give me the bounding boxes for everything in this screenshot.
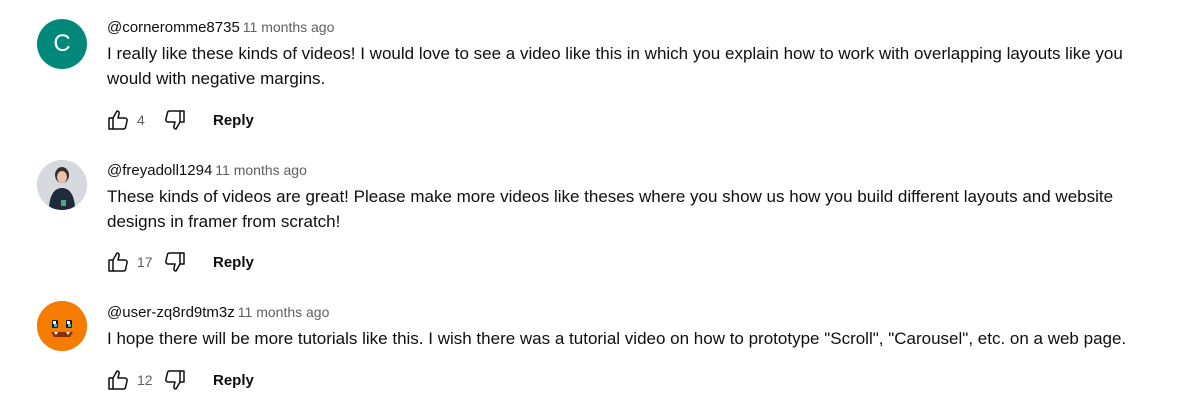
charmander-avatar-icon — [37, 301, 87, 351]
thumbs-up-icon[interactable] — [104, 366, 132, 394]
like-count: 4 — [137, 112, 145, 128]
like-count: 12 — [137, 372, 153, 388]
reply-button[interactable]: Reply — [213, 112, 254, 129]
comment-time[interactable]: 11 months ago — [238, 304, 330, 320]
comment-body: @user-zq8rd9tm3z 11 months ago I hope the… — [107, 302, 1167, 351]
avatar[interactable] — [37, 160, 87, 210]
thumbs-down-icon[interactable] — [161, 248, 189, 276]
avatar[interactable]: C — [37, 19, 87, 69]
thumbs-up-icon[interactable] — [104, 248, 132, 276]
comment-author[interactable]: @user-zq8rd9tm3z — [107, 304, 235, 321]
thumbs-down-icon[interactable] — [161, 366, 189, 394]
comment-header: @corneromme8735 11 months ago — [107, 17, 1167, 37]
comment-header: @user-zq8rd9tm3z 11 months ago — [107, 302, 1167, 322]
avatar[interactable] — [37, 301, 87, 351]
comment-time[interactable]: 11 months ago — [243, 19, 335, 35]
avatar-letter: C — [53, 30, 71, 57]
comment-actions: 4 Reply — [104, 106, 254, 134]
comment-header: @freyadoll1294 11 months ago — [107, 160, 1167, 180]
user-photo-icon — [37, 160, 87, 210]
reply-button[interactable]: Reply — [213, 372, 254, 389]
comment-actions: 17 Reply — [104, 248, 254, 276]
comment-text: These kinds of videos are great! Please … — [107, 187, 1114, 231]
comment-text: I really like these kinds of videos! I w… — [107, 44, 1123, 88]
comment-text: I hope there will be more tutorials like… — [107, 329, 1127, 348]
comment-body: @corneromme8735 11 months ago I really li… — [107, 17, 1167, 91]
comment-body: @freyadoll1294 11 months ago These kinds … — [107, 160, 1167, 234]
comment-author[interactable]: @freyadoll1294 — [107, 162, 212, 179]
thumbs-up-icon[interactable] — [104, 106, 132, 134]
reply-button[interactable]: Reply — [213, 254, 254, 271]
comment-time[interactable]: 11 months ago — [215, 162, 307, 178]
like-count: 17 — [137, 254, 153, 270]
comments-section: C @corneromme8735 11 months ago I really … — [0, 0, 1178, 419]
thumbs-down-icon[interactable] — [161, 106, 189, 134]
comment-author[interactable]: @corneromme8735 — [107, 19, 240, 36]
comment-actions: 12 Reply — [104, 366, 254, 394]
